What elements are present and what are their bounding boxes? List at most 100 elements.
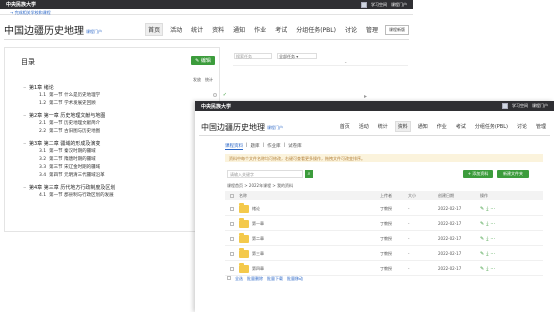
search-input[interactable]: 请输入关键字 <box>227 170 303 178</box>
nav-item[interactable]: 分组任务(PBL) <box>294 24 338 35</box>
edit-icon[interactable]: ✎ <box>480 221 484 227</box>
nav-item[interactable]: 考试 <box>273 24 289 35</box>
new-folder-button[interactable]: 新建文件夹 <box>497 170 529 178</box>
chapter-item[interactable]: − 第2章 第一章 历史地理文献与地图 <box>23 112 219 119</box>
tab-exam-bank[interactable]: 试卷库 <box>288 143 302 150</box>
nav-item[interactable]: 首页 <box>338 122 352 131</box>
batch-link[interactable]: 批量移动 <box>287 276 303 282</box>
column-header[interactable]: 大小 <box>408 193 438 199</box>
nav-item[interactable]: 资料 <box>394 121 411 132</box>
user-link[interactable]: 学习空间 <box>371 2 387 8</box>
nav-item[interactable]: 讨论 <box>515 122 529 131</box>
column-header[interactable]: 创建日期 <box>438 193 480 199</box>
more-icon[interactable]: ⋯ <box>490 221 495 227</box>
course-subtitle[interactable]: 课程门户 <box>267 125 283 131</box>
folder-name[interactable]: 第三章 <box>252 251 264 257</box>
nav-item[interactable]: 管理 <box>534 122 548 131</box>
more-icon[interactable]: ⋯ <box>490 251 495 257</box>
table-row[interactable]: 第四章 丁教授 - 2022-02-17 ✎ ⤓ ⋯ <box>225 262 543 276</box>
section-item[interactable]: 3.3 第三节 宋辽金时期的疆域 <box>23 163 219 171</box>
row-checkbox[interactable] <box>230 221 234 226</box>
nav-item[interactable]: 考试 <box>454 122 468 131</box>
nav-item[interactable]: 作业 <box>435 122 449 131</box>
table-row[interactable]: 绪论 丁教授 - 2022-02-17 ✎ ⤓ ⋯ <box>225 202 543 216</box>
task-search-input[interactable]: 搜索任务 <box>234 53 272 59</box>
download-icon[interactable]: ⤓ <box>486 206 488 212</box>
folder-name[interactable]: 第二章 <box>252 236 264 242</box>
uploader: 丁教授 <box>380 205 392 211</box>
task-filter-select[interactable]: 全部任务 ▾ <box>277 53 317 59</box>
section-item[interactable]: 1.1 第一节 什么是历史地理学 ✓ <box>23 91 227 99</box>
search-icon[interactable]: ⌕ <box>305 170 313 178</box>
more-icon[interactable]: ⋯ <box>490 236 495 242</box>
row-checkbox[interactable] <box>230 266 234 271</box>
chevron-down-icon[interactable]: ⌄ <box>344 59 347 64</box>
nav-item[interactable]: 活动 <box>168 24 184 35</box>
table-row[interactable]: 第三章 丁教授 - 2022-02-17 ✎ ⤓ ⋯ <box>225 247 543 261</box>
user-link[interactable]: 学习空间 <box>512 103 528 109</box>
new-version-button[interactable]: 课程新版 <box>385 24 409 35</box>
avatar[interactable] <box>502 103 508 109</box>
user-link[interactable]: 课程门户 <box>391 2 407 8</box>
edit-icon[interactable]: ✎ <box>480 266 484 272</box>
edit-icon[interactable]: ✎ <box>480 251 484 257</box>
row-checkbox[interactable] <box>230 236 234 241</box>
select-all-checkbox[interactable] <box>230 193 234 198</box>
download-icon[interactable]: ⤓ <box>486 221 488 227</box>
tab-course-resources[interactable]: 课程资料 <box>225 143 243 150</box>
row-checkbox[interactable] <box>230 206 234 211</box>
nav-item[interactable]: 分组任务(PBL) <box>473 122 510 131</box>
section-item[interactable]: 2.2 第二节 古旧图与历史地图 <box>23 127 219 135</box>
nav-item[interactable]: 活动 <box>357 122 371 131</box>
edit-icon[interactable]: ✎ <box>480 206 484 212</box>
folder-name[interactable]: 绪论 <box>252 206 260 212</box>
edit-icon[interactable]: ✎ <box>480 236 484 242</box>
section-item[interactable]: 4.1 第一节 郡县制与行政区划的发展 <box>23 191 219 199</box>
section-item[interactable]: 3.4 第四节 元明清三代疆域沿革 <box>23 171 219 179</box>
column-header[interactable]: 上传者 <box>380 193 408 199</box>
toc-tab[interactable]: 发放 <box>193 77 201 83</box>
table-row[interactable]: 第一章 丁教授 - 2022-02-17 ✎ ⤓ ⋯ <box>225 217 543 231</box>
column-header[interactable]: 名称 <box>239 193 360 199</box>
nav-item[interactable]: 统计 <box>376 122 390 131</box>
section-item[interactable]: 3.1 第一节 秦汉时期的疆域 <box>23 147 219 155</box>
section-item[interactable]: 1.2 第二节 学术发展史回顾 <box>23 99 219 107</box>
nav-item[interactable]: 资料 <box>210 24 226 35</box>
course-title: 中国边疆历史地理 <box>201 123 265 132</box>
user-link[interactable]: 课程门户 <box>532 103 548 109</box>
section-item[interactable]: 3.2 第二节 隋唐时期的疆域 <box>23 155 219 163</box>
chapter-item[interactable]: − 第3章 第二章 疆域的形成及演变 <box>23 140 219 147</box>
nav-item[interactable]: 作业 <box>252 24 268 35</box>
collapse-icon: − <box>23 141 27 146</box>
nav-item[interactable]: 统计 <box>189 24 205 35</box>
select-all-checkbox[interactable] <box>227 276 231 280</box>
tab-homework-bank[interactable]: 作业库 <box>267 143 281 150</box>
more-icon[interactable]: ⋯ <box>490 206 495 212</box>
batch-link[interactable]: 批量下载 <box>267 276 283 282</box>
download-icon[interactable]: ⤓ <box>486 266 488 272</box>
batch-link[interactable]: 全选 <box>235 276 243 282</box>
nav-item[interactable]: 首页 <box>145 23 164 36</box>
tab-question-bank[interactable]: 题库 <box>251 143 260 150</box>
avatar[interactable] <box>361 1 367 8</box>
batch-link[interactable]: 批量删除 <box>247 276 263 282</box>
row-checkbox[interactable] <box>230 251 234 256</box>
breadcrumb[interactable]: 课程首页 > 2022年课程 > 我的资料 <box>227 183 293 189</box>
chapter-item[interactable]: − 第4章 第三章 历代地方行政制度及区划 <box>23 184 219 191</box>
folder-name[interactable]: 第四章 <box>252 266 264 272</box>
nav-item[interactable]: 通知 <box>416 122 430 131</box>
folder-name[interactable]: 第一章 <box>252 221 264 227</box>
nav-item[interactable]: 通知 <box>231 24 247 35</box>
nav-item[interactable]: 讨论 <box>343 24 359 35</box>
toc-tab[interactable]: 统计 <box>205 77 213 83</box>
table-row[interactable]: 第二章 丁教授 - 2022-02-17 ✎ ⤓ ⋯ <box>225 232 543 246</box>
more-icon[interactable]: ⋯ <box>490 266 495 272</box>
chapter-item[interactable]: − 第1章 绪论 <box>23 84 219 91</box>
nav-item[interactable]: 管理 <box>364 24 380 35</box>
edit-button[interactable]: ✎ 编辑 <box>191 56 215 65</box>
course-subtitle[interactable]: 课程门户 <box>86 29 102 35</box>
add-resource-button[interactable]: + 添加资料 <box>463 170 493 178</box>
download-icon[interactable]: ⤓ <box>486 251 488 257</box>
section-item[interactable]: 2.1 第一节 历史地理文献简介 <box>23 119 219 127</box>
download-icon[interactable]: ⤓ <box>486 236 488 242</box>
